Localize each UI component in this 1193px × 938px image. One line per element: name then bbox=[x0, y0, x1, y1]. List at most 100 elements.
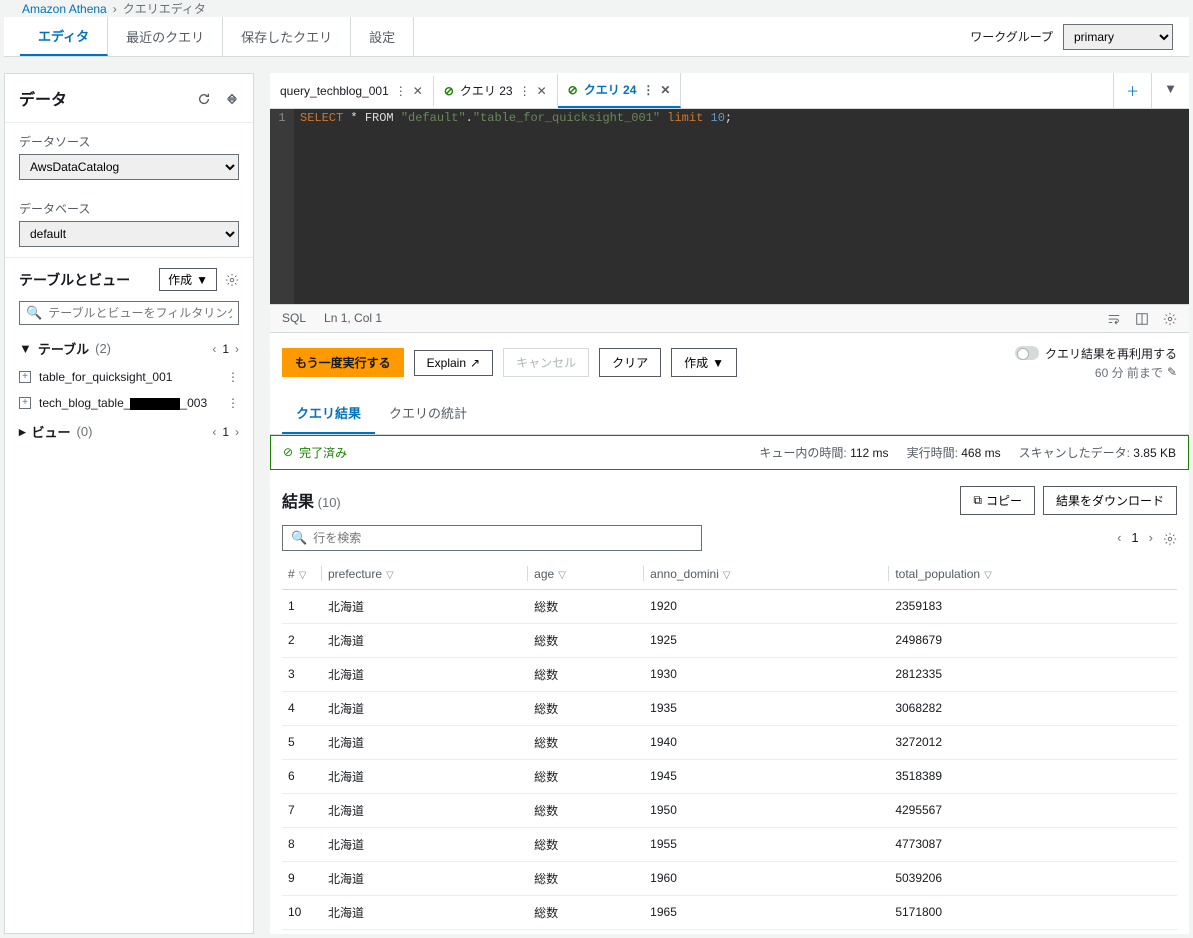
results-filter-input[interactable] bbox=[313, 531, 693, 545]
table-cell: 5171800 bbox=[889, 895, 1177, 929]
editor-cursor-pos: Ln 1, Col 1 bbox=[324, 311, 382, 325]
reuse-age: 60 分 前まで bbox=[1095, 364, 1163, 381]
close-icon[interactable]: ✕ bbox=[660, 83, 670, 97]
table-item[interactable]: +table_for_quicksight_001 ⋮ bbox=[5, 364, 253, 390]
column-header[interactable]: #▽ bbox=[282, 559, 322, 590]
caret-down-icon[interactable]: ▼ bbox=[19, 341, 32, 356]
create-button[interactable]: 作成 ▼ bbox=[671, 348, 737, 377]
table-cell: 北海道 bbox=[322, 827, 528, 861]
data-title: データ bbox=[19, 86, 67, 110]
column-header[interactable]: total_population▽ bbox=[889, 559, 1177, 590]
table-cell: 4295567 bbox=[889, 793, 1177, 827]
prev-icon[interactable]: ‹ bbox=[212, 342, 216, 356]
refresh-icon[interactable] bbox=[197, 90, 211, 106]
layout-icon[interactable] bbox=[1135, 311, 1149, 326]
table-filter[interactable]: 🔍 bbox=[19, 301, 239, 325]
table-filter-input[interactable] bbox=[48, 306, 232, 320]
table-cell: 総数 bbox=[528, 691, 644, 725]
gear-icon[interactable] bbox=[1163, 311, 1177, 326]
table-cell: 1950 bbox=[644, 793, 889, 827]
copy-button[interactable]: ⧉ コピー bbox=[960, 486, 1035, 515]
data-panel: データ データソース AwsDataCatalog データベース default… bbox=[4, 73, 254, 934]
tab-query-stats[interactable]: クエリの統計 bbox=[375, 393, 481, 434]
result-tabs: クエリ結果 クエリの統計 bbox=[270, 393, 1189, 435]
breadcrumb-service[interactable]: Amazon Athena bbox=[22, 2, 107, 16]
wrap-icon[interactable] bbox=[1107, 311, 1121, 326]
sort-icon: ▽ bbox=[386, 570, 394, 581]
search-icon: 🔍 bbox=[291, 530, 307, 546]
tables-page: 1 bbox=[222, 342, 229, 356]
caret-down-icon: ▼ bbox=[712, 356, 724, 370]
kebab-icon[interactable]: ⋮ bbox=[227, 370, 239, 384]
sql-editor[interactable]: 1 SELECT * FROM "default"."table_for_qui… bbox=[270, 109, 1189, 304]
queue-label: キュー内の時間: bbox=[759, 446, 846, 460]
results-filter[interactable]: 🔍 bbox=[282, 525, 702, 551]
reuse-toggle[interactable] bbox=[1015, 346, 1039, 360]
external-icon: ↗ bbox=[470, 356, 480, 370]
next-icon[interactable]: › bbox=[235, 425, 239, 439]
tab-settings[interactable]: 設定 bbox=[351, 17, 414, 56]
prev-page-icon[interactable]: ‹ bbox=[1117, 530, 1121, 545]
column-header[interactable]: anno_domini▽ bbox=[644, 559, 889, 590]
table-item[interactable]: +tech_blog_table__003 ⋮ bbox=[5, 390, 253, 416]
table-cell: 1960 bbox=[644, 861, 889, 895]
table-row: 6北海道総数19453518389 bbox=[282, 759, 1177, 793]
kebab-icon[interactable]: ⋮ bbox=[642, 83, 654, 97]
datasource-select[interactable]: AwsDataCatalog bbox=[19, 154, 239, 180]
prev-icon[interactable]: ‹ bbox=[212, 425, 216, 439]
tabs-menu-button[interactable]: ▼ bbox=[1151, 73, 1189, 108]
caret-right-icon[interactable]: ▸ bbox=[19, 424, 26, 440]
sql-code[interactable]: SELECT * FROM "default"."table_for_quick… bbox=[294, 109, 738, 304]
table-cell: 総数 bbox=[528, 827, 644, 861]
queue-value: 112 ms bbox=[850, 446, 888, 460]
column-header[interactable]: prefecture▽ bbox=[322, 559, 528, 590]
expand-icon[interactable]: + bbox=[19, 371, 31, 383]
gear-icon[interactable] bbox=[225, 272, 239, 288]
gear-icon[interactable] bbox=[1163, 530, 1177, 546]
breadcrumb: Amazon Athena › クエリエディタ bbox=[0, 0, 1193, 17]
workgroup-select[interactable]: primary bbox=[1063, 24, 1173, 50]
results-count: (10) bbox=[318, 495, 341, 510]
run-again-button[interactable]: もう一度実行する bbox=[282, 348, 404, 377]
clear-button[interactable]: クリア bbox=[599, 348, 661, 377]
close-icon[interactable]: ✕ bbox=[413, 84, 423, 98]
database-label: データベース bbox=[19, 200, 239, 217]
database-select[interactable]: default bbox=[19, 221, 239, 247]
table-cell: 1945 bbox=[644, 759, 889, 793]
table-row: 1北海道総数19202359183 bbox=[282, 589, 1177, 623]
tab-saved[interactable]: 保存したクエリ bbox=[223, 17, 351, 56]
tab-recent[interactable]: 最近のクエリ bbox=[108, 17, 223, 56]
add-tab-button[interactable]: ＋ bbox=[1113, 73, 1151, 108]
table-cell: 3068282 bbox=[889, 691, 1177, 725]
edit-icon[interactable]: ✎ bbox=[1167, 365, 1177, 379]
close-icon[interactable]: ✕ bbox=[537, 84, 547, 98]
caret-down-icon: ▼ bbox=[196, 273, 208, 287]
results-table: #▽prefecture▽age▽anno_domini▽total_popul… bbox=[282, 559, 1177, 930]
tab-query-results[interactable]: クエリ結果 bbox=[282, 393, 375, 434]
table-cell: 北海道 bbox=[322, 759, 528, 793]
table-row: 3北海道総数19302812335 bbox=[282, 657, 1177, 691]
table-cell: 北海道 bbox=[322, 793, 528, 827]
run-label: 実行時間: bbox=[907, 446, 958, 460]
table-row: 4北海道総数19353068282 bbox=[282, 691, 1177, 725]
query-tab[interactable]: query_techblog_001 ⋮ ✕ bbox=[270, 76, 434, 106]
kebab-icon[interactable]: ⋮ bbox=[227, 396, 239, 410]
redacted bbox=[130, 398, 180, 410]
column-header[interactable]: age▽ bbox=[528, 559, 644, 590]
expand-icon[interactable]: + bbox=[19, 397, 31, 409]
create-table-button[interactable]: 作成 ▼ bbox=[159, 268, 217, 291]
kebab-icon[interactable]: ⋮ bbox=[395, 84, 407, 98]
table-cell: 1925 bbox=[644, 623, 889, 657]
table-cell: 1965 bbox=[644, 895, 889, 929]
table-cell: 4 bbox=[282, 691, 322, 725]
next-icon[interactable]: › bbox=[235, 342, 239, 356]
download-button[interactable]: 結果をダウンロード bbox=[1043, 486, 1177, 515]
kebab-icon[interactable]: ⋮ bbox=[519, 84, 531, 98]
collapse-icon[interactable] bbox=[225, 90, 239, 106]
query-tab[interactable]: ⊘ クエリ 24 ⋮ ✕ bbox=[558, 73, 682, 108]
query-tab[interactable]: ⊘ クエリ 23 ⋮ ✕ bbox=[434, 74, 558, 107]
breadcrumb-page: クエリエディタ bbox=[123, 0, 206, 17]
tab-editor[interactable]: エディタ bbox=[20, 17, 108, 56]
explain-button[interactable]: Explain ↗ bbox=[414, 350, 493, 376]
next-page-icon[interactable]: › bbox=[1149, 530, 1153, 545]
